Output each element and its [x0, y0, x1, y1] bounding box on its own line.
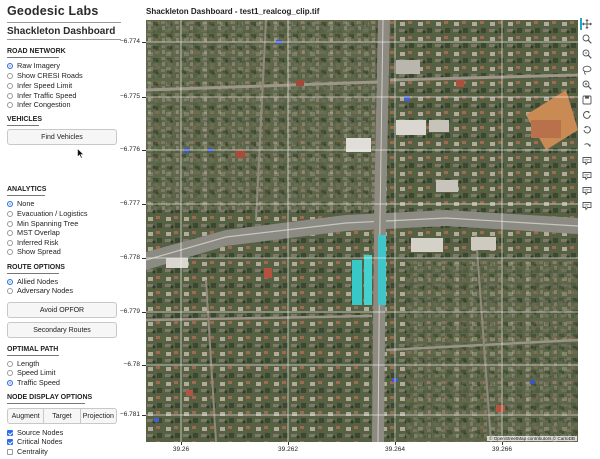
divider [7, 125, 39, 126]
checkbox[interactable] [7, 438, 13, 445]
save-icon[interactable] [580, 94, 592, 106]
radio-speed-limit[interactable]: Speed Limit [7, 368, 56, 377]
radio-length[interactable]: Length [7, 359, 39, 368]
x-tick-mark [395, 442, 396, 445]
brand-name: Geodesic Labs [7, 4, 99, 18]
augment-button[interactable]: Augment [7, 408, 45, 424]
box-zoom-icon[interactable] [580, 33, 592, 45]
hover-icon[interactable] [580, 155, 592, 167]
undo-icon[interactable] [580, 124, 592, 136]
projection-button[interactable]: Projection [80, 408, 117, 424]
y-tick-label: −6.775 [119, 93, 140, 100]
checkbox[interactable] [7, 429, 13, 436]
reset-icon[interactable] [580, 109, 592, 121]
mouse-cursor-icon [77, 148, 85, 159]
lasso-icon[interactable] [580, 64, 592, 76]
analytics-heading: ANALYTICS [7, 186, 47, 193]
radio-button[interactable] [7, 379, 13, 386]
x-tick-label: 39.262 [278, 446, 298, 453]
hover-icon[interactable] [580, 170, 592, 182]
satellite-map[interactable]: © OpenStreetMap contributors,© CartoDB [146, 20, 578, 442]
radio-button[interactable] [7, 200, 13, 207]
checkbox-critical-nodes[interactable]: Critical Nodes [7, 437, 62, 446]
divider [7, 195, 45, 196]
zoom-in-icon[interactable] [580, 79, 592, 91]
y-tick-label: −6.776 [119, 146, 140, 153]
find-vehicles-button[interactable]: Find Vehicles [7, 129, 117, 145]
y-tick-label: −6.777 [119, 200, 140, 207]
radio-infer-speed-limit[interactable]: Infer Speed Limit [7, 81, 72, 90]
y-tick-label: −6.778 [119, 254, 140, 261]
vehicles-heading: VEHICLES [7, 116, 43, 123]
divider [7, 403, 85, 404]
radio-mst-overlap[interactable]: MST Overlap [7, 228, 60, 237]
node-display-heading: NODE DISPLAY OPTIONS [7, 394, 93, 401]
divider [7, 355, 59, 356]
checkbox-centrality[interactable]: Centrality [7, 447, 48, 456]
radio-button[interactable] [7, 278, 13, 285]
radio-infer-congestion[interactable]: Infer Congestion [7, 100, 71, 109]
x-tick-mark [502, 442, 503, 445]
radio-raw-imagery[interactable]: Raw Imagery [7, 61, 60, 70]
avoid-opfor-button[interactable]: Avoid OPFOR [7, 302, 117, 318]
secondary-routes-button[interactable]: Secondary Routes [7, 322, 117, 338]
radio-button[interactable] [7, 82, 13, 89]
x-tick-label: 39.264 [385, 446, 405, 453]
radio-min-spanning-tree[interactable]: Min Spanning Tree [7, 219, 78, 228]
radio-show-cresi-roads[interactable]: Show CRESI Roads [7, 71, 83, 80]
divider [7, 22, 121, 23]
divider [7, 273, 59, 274]
radio-button[interactable] [7, 72, 13, 79]
divider [7, 39, 121, 40]
radio-show-spread[interactable]: Show Spread [7, 247, 61, 256]
wheel-zoom-icon[interactable] [580, 48, 592, 60]
divider [7, 57, 59, 58]
x-tick-label: 39.266 [492, 446, 512, 453]
radio-button[interactable] [7, 360, 13, 367]
radio-button[interactable] [7, 248, 13, 255]
optimal-path-heading: OPTIMAL PATH [7, 346, 59, 353]
radio-button[interactable] [7, 92, 13, 99]
x-tick-mark [288, 442, 289, 445]
redo-icon[interactable] [580, 140, 592, 152]
y-tick-label: −6.774 [119, 38, 140, 45]
y-tick-label: −6.781 [119, 411, 140, 418]
radio-traffic-speed[interactable]: Traffic Speed [7, 378, 60, 387]
hover-icon[interactable] [580, 185, 592, 197]
route-options-heading: ROUTE OPTIONS [7, 264, 65, 271]
radio-infer-traffic-speed[interactable]: Infer Traffic Speed [7, 91, 77, 100]
y-tick-label: −6.78 [123, 361, 140, 368]
radio-button[interactable] [7, 229, 13, 236]
plot-title: Shackleton Dashboard - test1_realcog_cli… [146, 7, 320, 16]
radio-button[interactable] [7, 369, 13, 376]
radio-analytics-none[interactable]: None [7, 199, 34, 208]
sidebar: Geodesic Labs Shackleton Dashboard ROAD … [0, 0, 126, 459]
radio-button[interactable] [7, 62, 13, 69]
radio-button[interactable] [7, 210, 13, 217]
checkbox[interactable] [7, 448, 13, 455]
radio-allied-nodes[interactable]: Allied Nodes [7, 277, 58, 286]
x-tick-label: 39.26 [172, 446, 190, 453]
checkbox-source-nodes[interactable]: Source Nodes [7, 428, 63, 437]
satellite-imagery [146, 20, 578, 442]
radio-button[interactable] [7, 287, 13, 294]
y-tick-label: −6.779 [119, 308, 140, 315]
map-attribution: © OpenStreetMap contributors,© CartoDB [487, 436, 577, 441]
radio-button[interactable] [7, 101, 13, 108]
radio-inferred-risk[interactable]: Inferred Risk [7, 238, 58, 247]
hover-icon[interactable] [580, 200, 592, 212]
target-button[interactable]: Target [44, 408, 81, 424]
radio-button[interactable] [7, 220, 13, 227]
radio-adversary-nodes[interactable]: Adversary Nodes [7, 286, 73, 295]
radio-evacuation-logistics[interactable]: Evacuation / Logistics [7, 209, 88, 218]
radio-button[interactable] [7, 239, 13, 246]
dashboard-title: Shackleton Dashboard [7, 26, 116, 37]
x-tick-mark [181, 442, 182, 445]
road-network-heading: ROAD NETWORK [7, 48, 66, 55]
plot-toolbar [579, 18, 593, 215]
node-display-button-group: Augment Target Projection [7, 408, 117, 424]
pan-icon[interactable] [580, 18, 592, 30]
